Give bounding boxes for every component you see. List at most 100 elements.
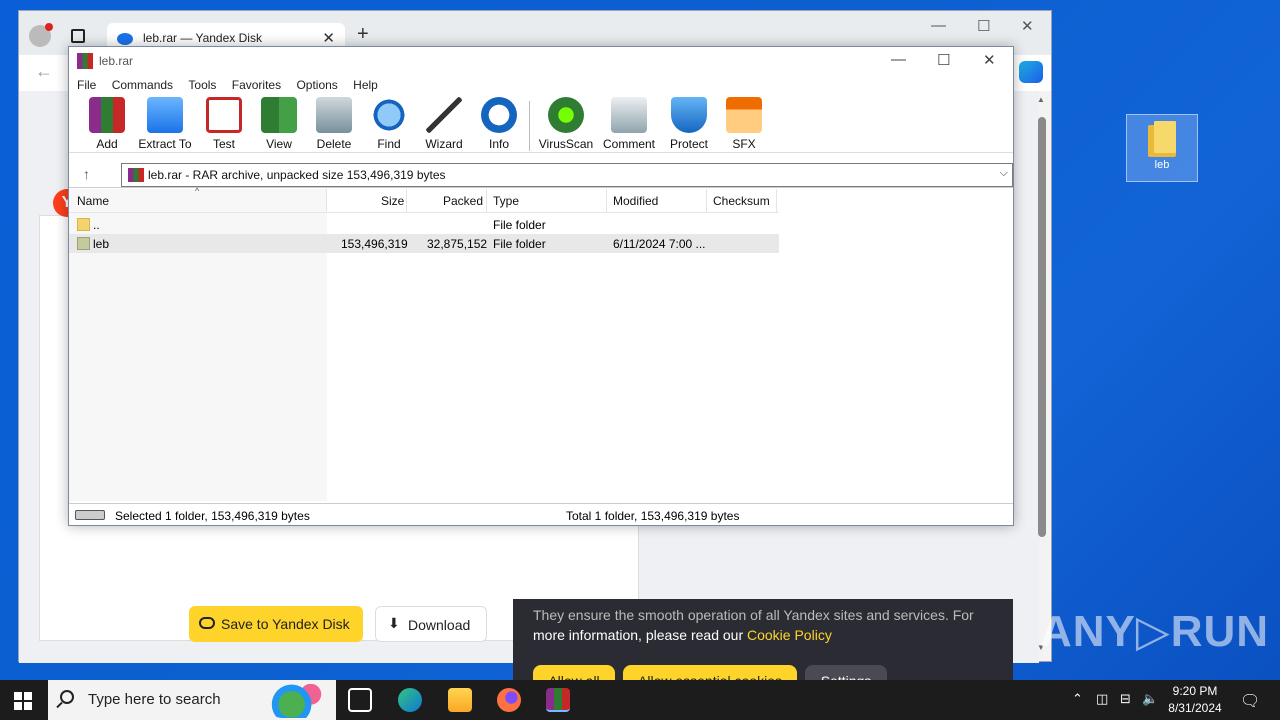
sfx-label: SFX xyxy=(732,137,756,151)
windows-start-icon[interactable] xyxy=(14,692,32,710)
network-icon[interactable]: ⊟ xyxy=(1120,691,1131,707)
cookie-policy-link[interactable]: Cookie Policy xyxy=(747,627,832,643)
notification-icon[interactable]: 🗨 xyxy=(1240,691,1260,711)
virusscan-button[interactable]: VirusScan xyxy=(536,97,596,151)
save-button-label: Save to Yandex Disk xyxy=(221,616,350,632)
drive-icon xyxy=(75,510,105,520)
search-highlight-icon xyxy=(266,684,330,718)
winrar-toolbar: Add Extract To Test View Delete Find Wiz… xyxy=(69,95,1013,153)
taskbar-search[interactable]: Type here to search xyxy=(48,680,336,720)
tab-close-icon[interactable]: ✕ xyxy=(322,29,335,47)
menu-file[interactable]: File xyxy=(77,75,96,95)
desktop-left-edge xyxy=(0,0,20,680)
virusscan-label: VirusScan xyxy=(538,137,594,151)
scroll-up-icon[interactable]: ▲ xyxy=(1037,95,1045,104)
meet-now-icon[interactable]: ◫ xyxy=(1096,691,1108,707)
col-separator[interactable] xyxy=(706,189,707,213)
add-label: Add xyxy=(96,137,118,151)
wizard-label: Wizard xyxy=(425,137,463,151)
comment-button[interactable]: Comment xyxy=(599,97,659,151)
folder-icon xyxy=(1148,121,1176,157)
view-book-icon xyxy=(261,97,297,133)
search-placeholder: Type here to search xyxy=(88,691,221,708)
view-button[interactable]: View xyxy=(249,97,309,151)
search-icon xyxy=(60,690,74,704)
yandex-disk-favicon-icon xyxy=(117,33,133,45)
col-packed[interactable]: Packed xyxy=(443,194,483,208)
desktop-icon-leb[interactable]: leb xyxy=(1126,114,1198,182)
close-icon[interactable]: ✕ xyxy=(1021,17,1034,35)
delete-label: Delete xyxy=(316,137,352,151)
protect-button[interactable]: Protect xyxy=(659,97,719,151)
comment-label: Comment xyxy=(602,137,655,151)
up-arrow-icon[interactable]: ↑ xyxy=(83,166,90,182)
page-scrollbar[interactable]: ▲ ▼ xyxy=(1037,95,1047,655)
edge-icon[interactable] xyxy=(398,688,422,712)
col-separator[interactable] xyxy=(406,189,407,213)
maximize-icon[interactable]: ☐ xyxy=(977,17,990,35)
archive-path-combobox[interactable]: leb.rar - RAR archive, unpacked size 153… xyxy=(121,163,1013,187)
download-button[interactable]: ⬇ Download xyxy=(375,606,487,642)
test-clipboard-icon xyxy=(206,97,242,133)
find-label: Find xyxy=(377,137,401,151)
menu-commands[interactable]: Commands xyxy=(112,75,173,95)
toolbar-separator xyxy=(529,101,530,151)
virus-scan-icon xyxy=(548,97,584,133)
delete-button[interactable]: Delete xyxy=(304,97,364,151)
new-tab-icon[interactable]: + xyxy=(357,23,369,46)
folder-icon xyxy=(77,237,90,250)
volume-icon[interactable]: 🔈 xyxy=(1142,691,1158,707)
file-explorer-icon[interactable] xyxy=(448,688,472,712)
back-arrow-icon[interactable]: ← xyxy=(35,61,53,82)
find-button[interactable]: Find xyxy=(359,97,419,151)
row-modified: 6/11/2024 7:00 ... xyxy=(613,237,706,251)
col-name[interactable]: Name xyxy=(77,194,109,208)
profile-avatar[interactable] xyxy=(29,23,53,47)
chevron-up-icon[interactable]: ⌃ xyxy=(1072,691,1083,707)
col-size[interactable]: Size xyxy=(381,194,404,208)
add-button[interactable]: Add xyxy=(77,97,137,151)
table-row[interactable]: .. File folder xyxy=(69,215,779,234)
anyrun-watermark: ANY▷RUN xyxy=(1040,607,1270,656)
winrar-taskbar-icon[interactable] xyxy=(546,688,570,712)
winrar-maximize-icon[interactable]: ☐ xyxy=(937,51,950,69)
scrollbar-thumb[interactable] xyxy=(1038,117,1046,537)
clock-time: 9:20 PM xyxy=(1172,684,1218,698)
winrar-minimize-icon[interactable]: — xyxy=(891,51,906,68)
tab-actions-icon[interactable] xyxy=(71,29,85,43)
rar-file-icon xyxy=(128,168,144,182)
copilot-icon[interactable] xyxy=(1019,61,1043,83)
trash-icon xyxy=(316,97,352,133)
menu-favorites[interactable]: Favorites xyxy=(232,75,281,95)
col-separator[interactable] xyxy=(606,189,607,213)
download-button-label: Download xyxy=(408,617,471,633)
test-button[interactable]: Test xyxy=(194,97,254,151)
magnifier-icon xyxy=(371,97,407,133)
row-type: File folder xyxy=(493,237,546,251)
col-separator[interactable] xyxy=(326,189,327,213)
menu-help[interactable]: Help xyxy=(353,75,378,95)
winrar-close-icon[interactable]: ✕ xyxy=(983,51,996,69)
taskbar-clock[interactable]: 9:20 PM 8/31/2024 xyxy=(1160,683,1230,717)
row-name: leb xyxy=(93,237,110,251)
sfx-button[interactable]: SFX xyxy=(714,97,774,151)
firefox-icon[interactable] xyxy=(497,688,521,712)
wizard-button[interactable]: Wizard xyxy=(414,97,474,151)
col-type[interactable]: Type xyxy=(493,194,519,208)
task-view-icon[interactable] xyxy=(348,688,372,712)
col-modified[interactable]: Modified xyxy=(613,194,658,208)
archive-path-text: leb.rar - RAR archive, unpacked size 153… xyxy=(148,168,446,182)
minimize-icon[interactable]: — xyxy=(931,17,946,34)
col-separator[interactable] xyxy=(776,189,777,213)
menu-options[interactable]: Options xyxy=(296,75,337,95)
extract-to-button[interactable]: Extract To xyxy=(135,97,195,151)
menu-tools[interactable]: Tools xyxy=(188,75,216,95)
chevron-down-icon[interactable]: ⌵ xyxy=(1000,167,1008,180)
row-type: File folder xyxy=(493,218,546,232)
info-button[interactable]: Info xyxy=(469,97,529,151)
table-row[interactable]: leb 153,496,319 32,875,152 File folder 6… xyxy=(69,234,779,253)
col-separator[interactable] xyxy=(486,189,487,213)
extract-folder-icon xyxy=(147,97,183,133)
save-to-yandex-disk-button[interactable]: Save to Yandex Disk xyxy=(189,606,363,642)
col-checksum[interactable]: Checksum xyxy=(713,194,770,208)
